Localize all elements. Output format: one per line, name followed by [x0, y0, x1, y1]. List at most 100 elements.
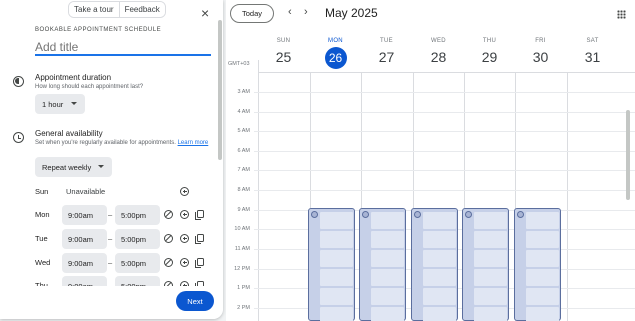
chevron-right-icon[interactable]: ›: [304, 6, 308, 18]
add-interval-icon[interactable]: [180, 210, 189, 219]
duration-value: 1 hour: [42, 99, 64, 109]
bookable-slot[interactable]: [526, 250, 559, 267]
bookable-slot[interactable]: [526, 288, 559, 305]
date-thu[interactable]: 29: [464, 46, 515, 68]
day-label-sun: Sun: [35, 187, 49, 196]
mon-start-time[interactable]: 9:00am: [62, 205, 107, 225]
today-date-badge: 26: [324, 47, 347, 69]
unavailable-icon[interactable]: [164, 258, 173, 267]
repeat-value: Repeat weekly: [42, 162, 92, 172]
day-label-mon: Mon: [35, 210, 50, 219]
next-button[interactable]: Next: [176, 291, 214, 311]
bookable-slot[interactable]: [423, 269, 456, 286]
copy-icon[interactable]: [195, 234, 204, 244]
chevron-down-icon: [71, 102, 77, 105]
availability-block-wed[interactable]: [411, 208, 458, 321]
chevron-left-icon[interactable]: ‹: [288, 6, 292, 18]
learn-more-link[interactable]: Learn more: [178, 140, 209, 146]
unavailable-icon[interactable]: [164, 210, 173, 219]
availability-subtitle: Set when you're regularly available for …: [35, 139, 211, 147]
bookable-slot[interactable]: [320, 250, 353, 267]
add-interval-icon[interactable]: [180, 187, 189, 196]
hour-line: [254, 112, 635, 113]
bookable-slot[interactable]: [320, 288, 353, 305]
date-wed[interactable]: 28: [413, 46, 464, 68]
feedback-button[interactable]: Feedback: [118, 2, 165, 17]
bookable-slot[interactable]: [474, 288, 507, 305]
bookable-slot[interactable]: [371, 231, 404, 248]
date-sat[interactable]: 31: [567, 46, 618, 68]
bookable-slot[interactable]: [423, 250, 456, 267]
bookable-slot[interactable]: [320, 269, 353, 286]
add-interval-icon[interactable]: [180, 258, 189, 267]
copy-icon[interactable]: [195, 258, 204, 268]
day-label-tue: Tue: [35, 234, 48, 243]
copy-icon[interactable]: [195, 210, 204, 220]
apps-grid-icon[interactable]: [617, 10, 626, 19]
availability-block-thu[interactable]: [462, 208, 509, 321]
bookable-slot[interactable]: [423, 212, 456, 229]
time-separator: –: [108, 258, 113, 267]
bookable-slot[interactable]: [474, 250, 507, 267]
unavailable-icon[interactable]: [164, 234, 173, 243]
bookable-slot[interactable]: [526, 269, 559, 286]
take-a-tour-button[interactable]: Take a tour: [69, 2, 119, 17]
wed-start-time[interactable]: 9:00am: [62, 253, 107, 273]
date-tue[interactable]: 27: [361, 46, 412, 68]
bookable-slot[interactable]: [526, 307, 559, 321]
duration-dropdown[interactable]: 1 hour: [35, 94, 85, 114]
calendar-scrollbar[interactable]: [626, 110, 630, 200]
date-mon-today[interactable]: 26: [310, 46, 361, 69]
hour-label: 5 AM: [237, 128, 250, 134]
tue-start-time[interactable]: 9:00am: [62, 229, 107, 249]
tue-end-time[interactable]: 5:00pm: [115, 229, 160, 249]
hour-label: 6 AM: [237, 148, 250, 154]
bookable-slot[interactable]: [423, 231, 456, 248]
bookable-slot[interactable]: [371, 269, 404, 286]
wed-end-time[interactable]: 5:00pm: [115, 253, 160, 273]
date-fri[interactable]: 30: [515, 46, 566, 68]
bookable-slot[interactable]: [474, 307, 507, 321]
bookable-slot[interactable]: [423, 307, 456, 321]
bookable-slot[interactable]: [320, 307, 353, 321]
duration-title: Appointment duration: [35, 73, 112, 82]
availability-block-mon[interactable]: [308, 208, 355, 321]
month-title: May 2025: [325, 6, 378, 20]
bookable-slot[interactable]: [526, 212, 559, 229]
panel-scrollbar[interactable]: [218, 20, 222, 160]
dow-thu: THU: [482, 38, 497, 44]
column-divider: [258, 72, 259, 321]
bookable-slot[interactable]: [371, 212, 404, 229]
bookable-slot[interactable]: [474, 231, 507, 248]
bookable-slot[interactable]: [474, 212, 507, 229]
bookable-slot[interactable]: [423, 288, 456, 305]
availability-subtitle-text: Set when you're regularly available for …: [35, 140, 176, 146]
hour-label: 8 AM: [237, 187, 250, 193]
hour-label: 12 PM: [234, 266, 250, 272]
availability-block-tue[interactable]: [359, 208, 406, 321]
bookable-slot[interactable]: [371, 307, 404, 321]
dow-sat: SAT: [586, 38, 599, 44]
hour-line: [254, 92, 635, 93]
date-sun[interactable]: 25: [258, 46, 309, 68]
close-icon[interactable]: ×: [201, 6, 209, 20]
add-interval-icon[interactable]: [180, 234, 189, 243]
time-separator: –: [108, 234, 113, 243]
bookable-slot[interactable]: [320, 231, 353, 248]
bookable-slot[interactable]: [371, 250, 404, 267]
repeat-dropdown[interactable]: Repeat weekly: [35, 157, 112, 177]
mon-end-time[interactable]: 5:00pm: [115, 205, 160, 225]
availability-block-fri[interactable]: [514, 208, 561, 321]
hour-label: 3 AM: [237, 89, 250, 95]
hour-line: [254, 170, 635, 171]
timezone-label: GMT+03: [228, 61, 250, 67]
today-button[interactable]: Today: [230, 4, 274, 23]
bookable-slot[interactable]: [474, 269, 507, 286]
bookable-slot[interactable]: [320, 212, 353, 229]
title-input[interactable]: [35, 40, 211, 56]
dow-wed: WED: [431, 38, 446, 44]
bookable-slot[interactable]: [371, 288, 404, 305]
bookable-slot[interactable]: [526, 231, 559, 248]
hour-label: 9 AM: [237, 207, 250, 213]
hour-line: [254, 131, 635, 132]
